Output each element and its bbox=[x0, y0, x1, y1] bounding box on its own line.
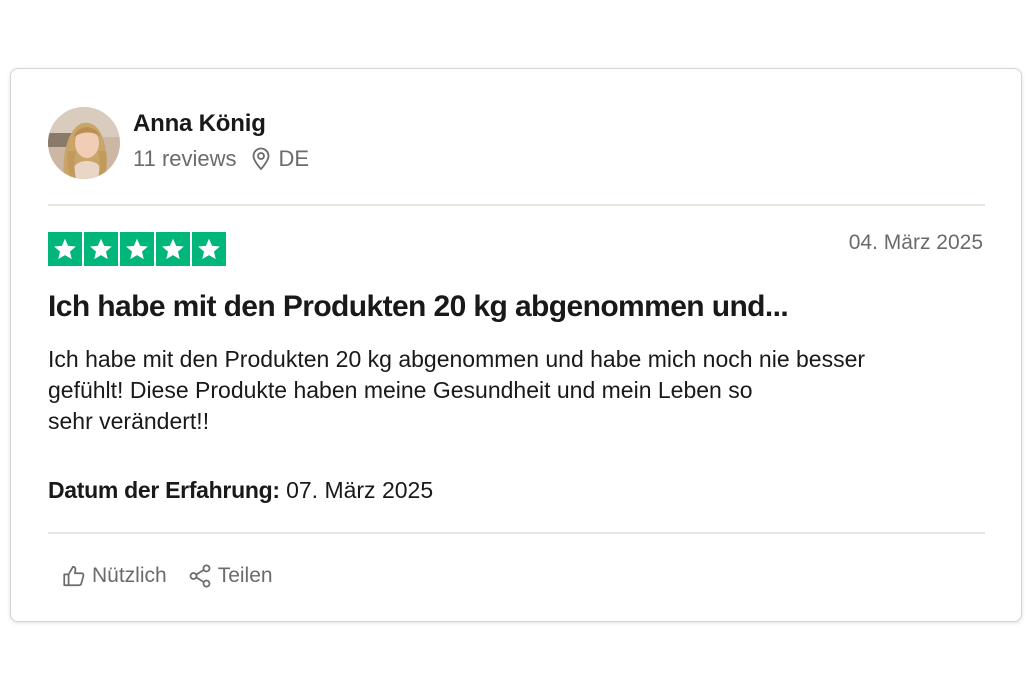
experience-date-label: Datum der Erfahrung: bbox=[48, 477, 280, 503]
useful-label: Nützlich bbox=[92, 564, 167, 587]
share-icon bbox=[187, 563, 213, 589]
reviewer-header: Anna König 11 reviews DE bbox=[48, 107, 309, 179]
avatar-image bbox=[48, 107, 120, 179]
reviewer-meta: 11 reviews DE bbox=[133, 145, 309, 173]
review-actions: Nützlich Teilen bbox=[61, 563, 273, 589]
map-pin-icon bbox=[251, 147, 271, 171]
star-icon bbox=[120, 232, 154, 266]
star-icon bbox=[48, 232, 82, 266]
useful-button[interactable]: Nützlich bbox=[61, 563, 167, 589]
experience-date: Datum der Erfahrung: 07. März 2025 bbox=[48, 477, 433, 504]
avatar[interactable] bbox=[48, 107, 120, 179]
star-icon bbox=[84, 232, 118, 266]
review-card: Anna König 11 reviews DE 04. März 2025 I… bbox=[10, 68, 1022, 622]
review-body-line: sehr verändert!! bbox=[48, 408, 210, 434]
star-rating bbox=[48, 232, 226, 266]
review-body-line: gefühlt! Diese Produkte haben meine Gesu… bbox=[48, 377, 753, 403]
reviewer-country: DE bbox=[278, 146, 310, 171]
star-icon bbox=[192, 232, 226, 266]
divider bbox=[48, 532, 985, 534]
review-body-line: Ich habe mit den Produkten 20 kg abgenom… bbox=[48, 346, 866, 372]
experience-date-value: 07. März 2025 bbox=[286, 477, 434, 503]
star-icon bbox=[156, 232, 190, 266]
review-body: Ich habe mit den Produkten 20 kg abgenom… bbox=[48, 344, 988, 437]
divider bbox=[48, 204, 985, 206]
thumbs-up-icon bbox=[61, 563, 87, 589]
review-title[interactable]: Ich habe mit den Produkten 20 kg abgenom… bbox=[48, 290, 789, 324]
share-label: Teilen bbox=[217, 564, 273, 587]
review-count: 11 reviews bbox=[133, 146, 237, 171]
review-date: 04. März 2025 bbox=[848, 231, 983, 254]
share-button[interactable]: Teilen bbox=[187, 563, 273, 589]
reviewer-name[interactable]: Anna König bbox=[133, 109, 309, 139]
